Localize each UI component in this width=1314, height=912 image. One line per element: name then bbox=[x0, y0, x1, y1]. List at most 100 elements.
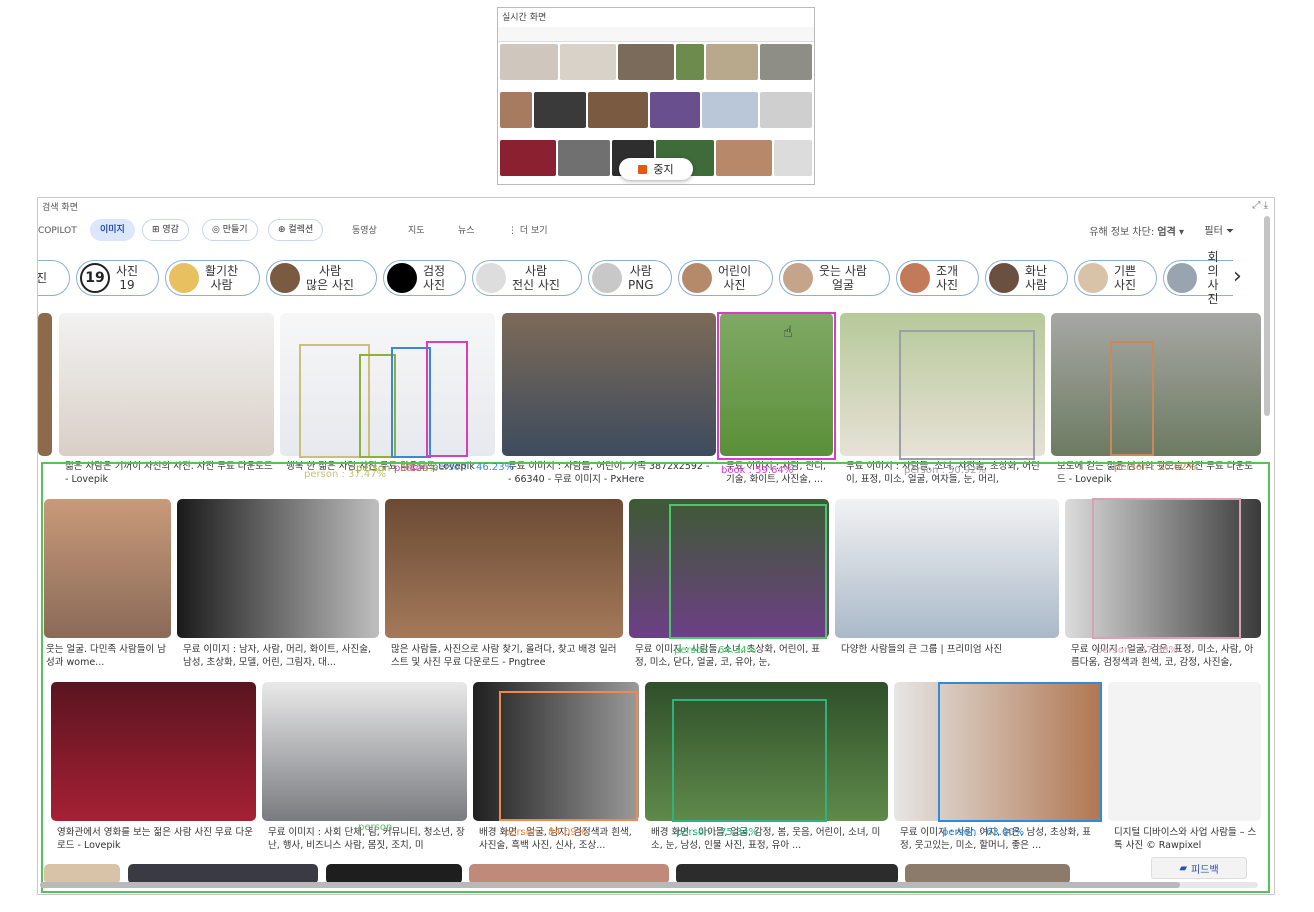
chip-line1: 어린이 bbox=[718, 264, 752, 278]
chip-line2: 사진 bbox=[1114, 278, 1137, 292]
tab-collections-label: 컬렉션 bbox=[288, 225, 314, 235]
chip-thumbnail bbox=[989, 263, 1019, 293]
chip-line1: 검정 bbox=[423, 264, 446, 278]
chip-partial[interactable]: 진 bbox=[38, 260, 70, 296]
tab-images[interactable]: 이미지 bbox=[90, 219, 135, 241]
chip-happy-photo[interactable]: 기쁜 사진 bbox=[1074, 260, 1157, 296]
feedback-icon: ▰ bbox=[1179, 862, 1188, 874]
chip-thumbnail bbox=[682, 263, 712, 293]
detection-label: person : 57.38% bbox=[1096, 645, 1179, 656]
chip-line1: 사람 bbox=[524, 264, 548, 278]
download-icon[interactable]: ⤓ bbox=[1264, 200, 1268, 211]
chip-thumbnail bbox=[270, 263, 300, 293]
chip-line1: 웃는 사람 bbox=[819, 264, 867, 278]
chip-line2: PNG bbox=[628, 278, 654, 292]
stop-button-label: 중지 bbox=[653, 163, 674, 176]
detection-label: person bbox=[394, 463, 429, 474]
tab-inspiration[interactable]: ⊞ 영감 bbox=[142, 219, 189, 241]
chip-line2: 사람 bbox=[1025, 278, 1048, 292]
chip-line2: 얼굴 bbox=[831, 278, 855, 292]
chip-crowd-photo[interactable]: 사람 많은 사진 bbox=[266, 260, 377, 296]
chip-line2: 많은 사진 bbox=[306, 278, 354, 292]
tab-copilot[interactable]: COPILOT bbox=[38, 222, 77, 240]
chip-line1: 기쁜 bbox=[1114, 264, 1137, 278]
chip-full-body[interactable]: 사람 전신 사진 bbox=[472, 260, 582, 296]
detection-label: person : 50.62% bbox=[1114, 462, 1197, 473]
detection-box bbox=[1110, 341, 1154, 456]
safe-search-control[interactable]: 유해 정보 차단: 엄격 ▾ bbox=[1089, 223, 1184, 238]
detection-box bbox=[41, 462, 1270, 893]
detection-label: person bbox=[358, 822, 393, 833]
chip-thumbnail bbox=[387, 263, 417, 293]
chip-thumbnail bbox=[783, 263, 813, 293]
chip-line2: 사람 bbox=[210, 278, 233, 292]
chip-black-photo[interactable]: 검정 사진 bbox=[383, 260, 466, 296]
tab-videos[interactable]: 동영상 bbox=[352, 222, 377, 240]
vertical-scrollbar-thumb[interactable] bbox=[1264, 216, 1270, 416]
preview-title: 실시간 화면 bbox=[502, 13, 547, 23]
expand-icon[interactable]: ⤢ bbox=[1252, 200, 1260, 211]
tab-inspiration-label: 영감 bbox=[162, 225, 179, 235]
chip-children-photo[interactable]: 어린이 사진 bbox=[678, 260, 773, 296]
safe-search-label: 유해 정보 차단: bbox=[1089, 227, 1155, 238]
filter-icon: ⏷ bbox=[1226, 226, 1234, 237]
detection-label: person : 50.92% bbox=[904, 465, 987, 476]
chip-thumbnail bbox=[592, 263, 622, 293]
chip-thumbnail bbox=[1078, 263, 1108, 293]
tab-maps[interactable]: 지도 bbox=[408, 222, 425, 240]
chip-smiling-face[interactable]: 웃는 사람 얼굴 bbox=[779, 260, 890, 296]
chip-thumbnail bbox=[1167, 263, 1197, 293]
image-tile[interactable] bbox=[38, 313, 52, 456]
feedback-button[interactable]: ▰ 피드백 bbox=[1151, 857, 1247, 879]
detection-label: book : 59.64% bbox=[721, 465, 794, 476]
tab-more[interactable]: ⋮ 더 보기 bbox=[508, 222, 548, 240]
chip-line1: 활기찬 bbox=[205, 264, 239, 278]
tab-create[interactable]: ◎ 만들기 bbox=[202, 219, 258, 241]
chip-people-png[interactable]: 사람 PNG bbox=[588, 260, 672, 296]
detection-label: person : 63.60% bbox=[942, 827, 1025, 838]
tab-create-label: 만들기 bbox=[222, 225, 248, 235]
detection-box bbox=[669, 504, 827, 639]
image-tile[interactable] bbox=[502, 313, 716, 456]
detection-box bbox=[391, 347, 431, 458]
chip-line2: 사진 bbox=[723, 278, 746, 292]
stop-icon bbox=[638, 164, 648, 174]
chip-lively-people[interactable]: 활기찬 사람 bbox=[165, 260, 260, 296]
chip-line1: 조개 bbox=[936, 264, 959, 278]
search-window: 검색 화면 ⤢ ⤓ COPILOT 이미지 ⊞ 영감 ◎ 만들기 ⊕ 컬렉션 동… bbox=[37, 197, 1275, 895]
chip-photo-19[interactable]: 19 사진 19 bbox=[76, 260, 159, 296]
chip-line1: 사진 bbox=[116, 264, 139, 278]
feedback-label: 피드백 bbox=[1191, 864, 1219, 876]
chip-line1: 사람 bbox=[629, 264, 652, 278]
chip-line1: 사람 bbox=[318, 264, 342, 278]
hand-cursor-icon: ☝ bbox=[783, 322, 793, 341]
chip-line2: 전신 사진 bbox=[512, 278, 560, 292]
chip-angry-person[interactable]: 화난 사람 bbox=[985, 260, 1068, 296]
detection-label: person : 75.34% bbox=[676, 827, 759, 838]
age-19-icon: 19 bbox=[80, 263, 110, 293]
chip-line2: 사진 bbox=[936, 278, 959, 292]
detection-label: person : 84.09% bbox=[504, 827, 587, 838]
chip-shell-photo[interactable]: 조개 사진 bbox=[896, 260, 979, 296]
detection-label: person : 64.34% bbox=[674, 645, 757, 656]
chip-line2: 사진 bbox=[1207, 278, 1219, 306]
detection-box bbox=[426, 341, 468, 457]
collections-icon: ⊕ bbox=[278, 225, 289, 235]
chip-line1: 회의 bbox=[1207, 250, 1219, 278]
stop-button[interactable]: 중지 bbox=[619, 158, 693, 180]
detection-box bbox=[499, 691, 638, 821]
filter-button[interactable]: 필터 ⏷ bbox=[1204, 222, 1234, 237]
tab-collections[interactable]: ⊕ 컬렉션 bbox=[268, 219, 324, 241]
tab-news[interactable]: 뉴스 bbox=[458, 222, 475, 240]
detection-label: person : 46.23% bbox=[432, 462, 515, 473]
safe-search-value: 엄격 bbox=[1157, 227, 1176, 238]
horizontal-scrollbar-thumb[interactable] bbox=[40, 882, 1180, 888]
inspiration-icon: ⊞ bbox=[152, 225, 163, 235]
detection-box bbox=[899, 330, 1035, 460]
image-tile[interactable] bbox=[59, 313, 274, 456]
create-icon: ◎ bbox=[212, 225, 223, 235]
chevron-right-icon[interactable]: › bbox=[1233, 264, 1242, 289]
image-tile[interactable] bbox=[1051, 313, 1261, 456]
chip-meeting-photo[interactable]: 회의 사진 bbox=[1163, 250, 1233, 306]
window-label: 검색 화면 bbox=[42, 203, 78, 213]
